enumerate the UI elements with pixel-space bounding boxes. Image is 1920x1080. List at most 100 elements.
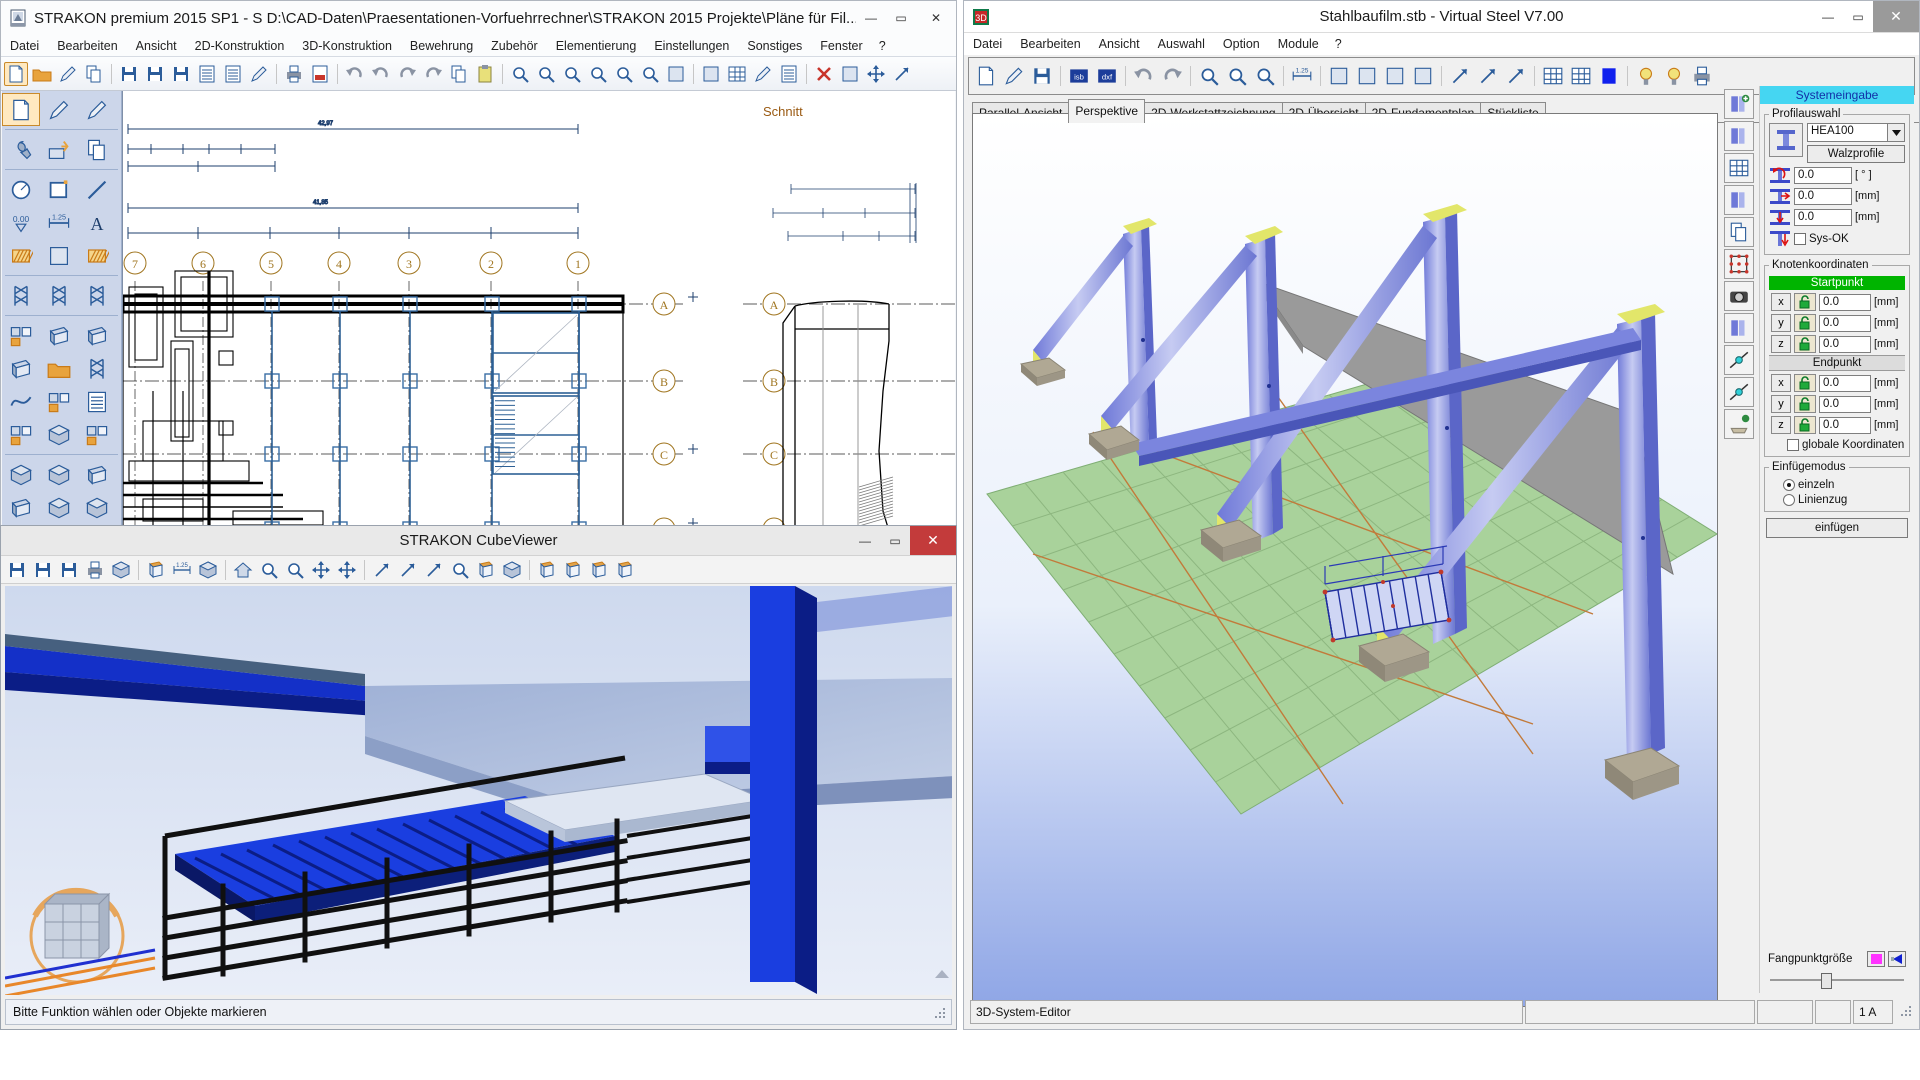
tab-perspektive[interactable]: Perspektive <box>1068 99 1146 123</box>
axis-y-icon[interactable] <box>1475 62 1501 90</box>
menu-sonstiges[interactable]: Sonstiges <box>738 37 811 55</box>
endpoint-input[interactable]: 0.0 <box>1819 395 1871 413</box>
3d-settings-icon[interactable] <box>40 491 78 524</box>
vsmenu-[interactable]: ? <box>1328 35 1349 53</box>
zoom-in-icon[interactable] <box>257 558 281 582</box>
save-all-icon[interactable] <box>169 62 193 86</box>
zoom-previous-icon[interactable] <box>638 62 662 86</box>
menu-ansicht[interactable]: Ansicht <box>127 37 186 55</box>
unlock-icon[interactable] <box>1794 395 1816 413</box>
elevation-icon[interactable]: 0.00 <box>2 206 40 239</box>
sys-ok-checkbox[interactable] <box>1794 233 1806 245</box>
snap-pen-icon[interactable] <box>751 62 775 86</box>
open-project-icon[interactable] <box>56 62 80 86</box>
save-icon[interactable] <box>117 62 141 86</box>
redraw-icon[interactable] <box>664 62 688 86</box>
snap-size-slider[interactable] <box>1770 973 1904 989</box>
table-icon[interactable] <box>1568 62 1594 90</box>
virtualsteel-close-button[interactable]: ✕ <box>1873 1 1919 32</box>
dxf-import-icon[interactable]: dxf <box>1094 62 1120 90</box>
walzprofile-button[interactable]: Walzprofile <box>1807 145 1905 163</box>
section-vertical-icon[interactable] <box>144 558 168 582</box>
settings-wrench-icon[interactable] <box>2 133 40 166</box>
member-copy-icon[interactable] <box>1724 217 1754 247</box>
frame-icon[interactable] <box>2 319 40 352</box>
save-file-icon[interactable] <box>1029 62 1055 90</box>
virtualsteel-minimize-button[interactable]: — <box>1813 1 1843 32</box>
rotate-z-icon[interactable] <box>422 558 446 582</box>
cubeviewer-resize-grip[interactable] <box>934 1007 948 1021</box>
unlock-icon[interactable] <box>1794 335 1816 353</box>
view-side-icon[interactable] <box>1410 62 1436 90</box>
dimension-icon[interactable]: 1.25 <box>40 206 78 239</box>
unlock-icon[interactable] <box>1794 374 1816 392</box>
joint-icon[interactable] <box>1724 345 1754 375</box>
open-folder-icon[interactable] <box>30 62 54 86</box>
double-wall-icon[interactable] <box>2 352 40 385</box>
rotate-icon[interactable] <box>890 62 914 86</box>
chevron-down-icon[interactable] <box>1888 123 1905 142</box>
menu-[interactable]: ? <box>872 37 893 55</box>
menu-datei[interactable]: Datei <box>1 37 48 55</box>
menu-zubeh-r[interactable]: Zubehör <box>482 37 547 55</box>
wall-3d-icon[interactable] <box>40 458 78 491</box>
profile-field-input[interactable]: 0.0 <box>1794 208 1852 226</box>
edit-member-icon[interactable] <box>1724 121 1754 151</box>
global-coordinates-checkbox[interactable] <box>1787 439 1799 451</box>
copy-globe-icon[interactable] <box>78 133 116 166</box>
profile-select-value[interactable]: HEA100 <box>1807 123 1888 142</box>
circle-dim-icon[interactable] <box>2 173 40 206</box>
rebar-mesh-icon[interactable] <box>78 279 116 312</box>
virtualsteel-3d-canvas[interactable] <box>972 113 1718 1007</box>
virtualsteel-resize-grip[interactable] <box>1895 1000 1913 1024</box>
menu-2d-konstruktion[interactable]: 2D-Konstruktion <box>186 37 294 55</box>
render-icon[interactable] <box>1633 62 1659 90</box>
endpoint-input[interactable]: 0.0 <box>1819 416 1871 434</box>
menu-elementierung[interactable]: Elementierung <box>547 37 646 55</box>
member-extend-icon[interactable] <box>1724 313 1754 343</box>
insert-option-radio[interactable] <box>1783 479 1795 491</box>
snap-grid-icon[interactable] <box>725 62 749 86</box>
menu-bewehrung[interactable]: Bewehrung <box>401 37 482 55</box>
zoom-window-icon[interactable] <box>508 62 532 86</box>
copy-plan-icon[interactable] <box>82 62 106 86</box>
einfuegen-button[interactable]: einfügen <box>1766 518 1908 538</box>
measure-icon[interactable]: 1.25 <box>170 558 194 582</box>
cut-plane-3-icon[interactable] <box>587 558 611 582</box>
wall-angle-icon[interactable] <box>78 458 116 491</box>
startpoint-input[interactable]: 0.0 <box>1819 293 1871 311</box>
endpoint-input[interactable]: 0.0 <box>1819 374 1871 392</box>
strakon-minimize-button[interactable]: — <box>856 1 886 35</box>
color-fill-icon[interactable] <box>1596 62 1622 90</box>
zoom-all-icon[interactable] <box>1196 62 1222 90</box>
export-box-icon[interactable] <box>40 133 78 166</box>
home-view-icon[interactable] <box>231 558 255 582</box>
element-3d-icon[interactable] <box>40 418 78 451</box>
ghost-cube-icon[interactable] <box>109 558 133 582</box>
grid-points-icon[interactable] <box>1724 153 1754 183</box>
report-icon[interactable] <box>221 62 245 86</box>
snap-list-icon[interactable] <box>777 62 801 86</box>
vsmenu-bearbeiten[interactable]: Bearbeiten <box>1011 35 1089 53</box>
list-view-icon[interactable] <box>78 385 116 418</box>
new-sheet-icon[interactable] <box>2 93 40 126</box>
i-beam-icon[interactable] <box>1769 123 1803 157</box>
new-file-icon[interactable] <box>973 62 999 90</box>
vsmenu-auswahl[interactable]: Auswahl <box>1149 35 1214 53</box>
startpoint-input[interactable]: 0.0 <box>1819 335 1871 353</box>
3d-cube-icon[interactable] <box>78 491 116 524</box>
truss-icon[interactable] <box>78 352 116 385</box>
zoom-all-icon[interactable] <box>534 62 558 86</box>
save-picture-icon[interactable] <box>57 558 81 582</box>
duplicate-icon[interactable] <box>838 62 862 86</box>
cut-plane-4-icon[interactable] <box>613 558 637 582</box>
hatch-fill-icon[interactable] <box>78 239 116 272</box>
magenta-swatch-icon[interactable] <box>1867 951 1885 967</box>
profile-field-input[interactable]: 0.0 <box>1794 166 1852 184</box>
elements-icon[interactable] <box>40 385 78 418</box>
insert-option[interactable]: einzeln <box>1769 479 1905 491</box>
cubeviewer-close-button[interactable]: ✕ <box>910 526 956 555</box>
print-icon[interactable] <box>1689 62 1715 90</box>
open-drawing-icon[interactable] <box>40 93 78 126</box>
insert-option[interactable]: Linienzug <box>1769 494 1905 506</box>
